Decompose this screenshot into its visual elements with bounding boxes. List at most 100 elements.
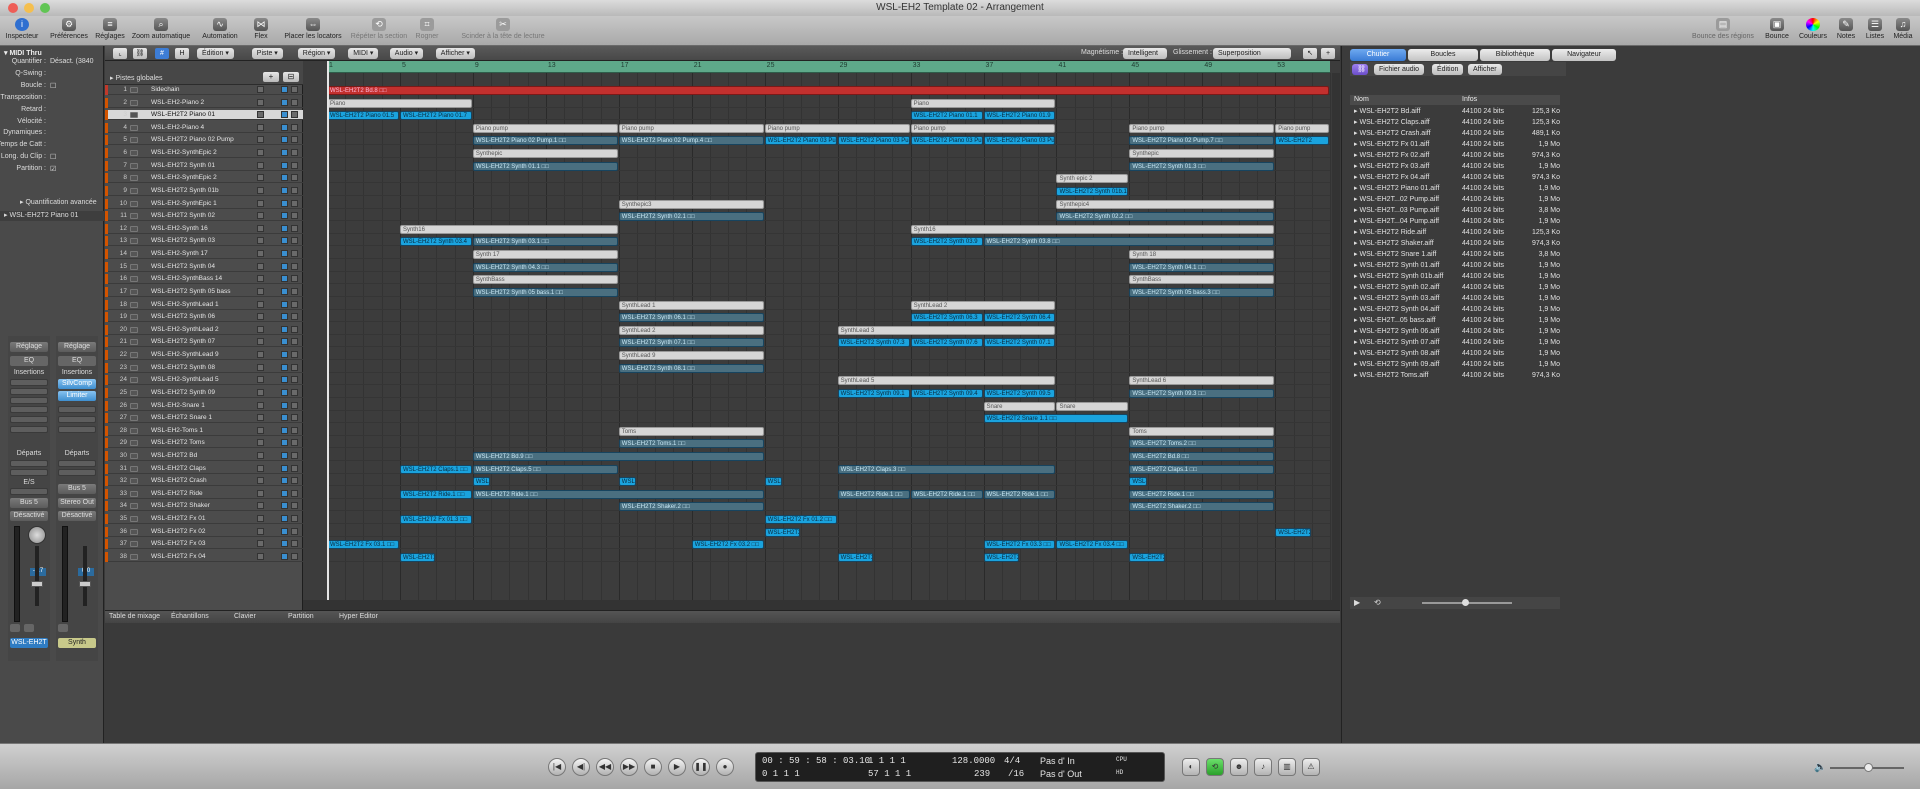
mute-button[interactable] [58, 624, 68, 632]
column-info[interactable]: Infos [1462, 95, 1477, 105]
lists-button[interactable]: ☰ Listes [1862, 18, 1888, 44]
setting-button[interactable]: Réglage [58, 342, 96, 352]
setting-button[interactable]: Réglage [10, 342, 48, 352]
track-mute-button[interactable] [257, 527, 264, 535]
send-slot[interactable] [58, 460, 96, 467]
hide-button[interactable]: H [175, 48, 189, 59]
record-button[interactable]: ● [716, 758, 734, 776]
midi-region[interactable]: SynthLead 9 [618, 351, 764, 361]
track-mute-button[interactable] [257, 414, 264, 422]
track-record-button[interactable] [281, 212, 288, 220]
minimize-window-button[interactable] [24, 3, 34, 13]
track-record-button[interactable] [281, 262, 288, 270]
audio-region[interactable]: WSL-EH2T2 Synth 02.2 □□ [1056, 212, 1275, 222]
insert-slot[interactable] [10, 416, 48, 423]
file-row[interactable]: ▸ WSL-EH2T2 Synth 08.aiff 44100 24 bits 1,… [1350, 348, 1560, 359]
track-record-button[interactable] [281, 149, 288, 157]
eq-button[interactable]: EQ [10, 356, 48, 366]
audio-region[interactable]: WSL-EH2T2 Bd.8 □□ [1129, 451, 1275, 461]
track-record-button[interactable] [281, 552, 288, 560]
track-solo-button[interactable] [291, 199, 298, 207]
audio-region[interactable]: WSL-EH2T2 Synth 08.1 □□ [618, 363, 764, 373]
track-solo-button[interactable] [291, 237, 298, 245]
track-record-button[interactable] [281, 540, 288, 548]
catch-button[interactable]: ⌞ [113, 48, 127, 59]
track-solo-button[interactable] [291, 338, 298, 346]
track-name[interactable]: WSL-EH2T2 Piano 01 [151, 110, 215, 120]
track-lane[interactable] [327, 325, 1330, 335]
audio-region[interactable]: WSL-EH2T2 Synth 07.1 □□ [618, 338, 764, 348]
colors-button[interactable]: Couleurs [1796, 18, 1830, 44]
track-name[interactable]: WSL-EH2T2 Synth 01 [151, 161, 215, 171]
track-lane[interactable] [327, 401, 1330, 411]
track-record-button[interactable] [281, 136, 288, 144]
inspector-param[interactable]: Retard : [0, 106, 104, 117]
inspector-param[interactable]: Boucle : ☐ [0, 82, 104, 93]
audio-region[interactable]: WSL-EH2T2 Synth 09.1 [837, 388, 910, 398]
track-solo-button[interactable] [291, 313, 298, 321]
track-mute-button[interactable] [257, 477, 264, 485]
track-header[interactable]: 15 WSL-EH2T2 Synth 04 [105, 261, 303, 272]
file-row[interactable]: ▸ WSL-EH2T2 Synth 01.aiff 44100 24 bits 1,… [1350, 260, 1560, 271]
audio-region[interactable]: WSL-EH2T2 [1275, 527, 1311, 537]
track-solo-button[interactable] [291, 502, 298, 510]
tab-mixer[interactable]: Table de mixage [109, 613, 160, 620]
track-solo-button[interactable] [291, 212, 298, 220]
audio-region[interactable]: WSL-EH2T2 Synth 03.9 [910, 237, 983, 247]
column-name[interactable]: Nom [1354, 95, 1369, 105]
crop-button[interactable]: ⌗ Rogner [414, 18, 440, 44]
track-header[interactable]: 37 WSL-EH2T2 Fx 03 [105, 539, 303, 550]
tracks-area[interactable]: 1 5 9 13 17 21 25 29 33 37 41 45 49 53 WSL-EH2T2 Bd.8… [303, 61, 1340, 610]
track-mute-button[interactable] [257, 351, 264, 359]
track-name[interactable]: WSL-EH2T2 Snare 1 [151, 413, 212, 423]
play-file-button[interactable]: ▶ [1354, 598, 1360, 607]
track-header[interactable]: 2 WSL-EH2-Piano 2 [105, 97, 303, 108]
track-name[interactable]: WSL-EH2T2 Fx 04 [151, 552, 206, 562]
file-row[interactable]: ▸ WSL-EH2T2 Synth 04.aiff 44100 24 bits 1,… [1350, 304, 1560, 315]
track-name[interactable]: WSL-EH2T2 Synth 07 [151, 337, 215, 347]
track-record-button[interactable] [281, 527, 288, 535]
midi-region[interactable]: Synth16 [910, 224, 1275, 234]
audio-region[interactable]: WSL-EH2T2 Bd.8 □□ [327, 86, 1329, 95]
track-mute-button[interactable] [257, 338, 264, 346]
audio-region[interactable]: WSL-EH2T2 Piano 03 Pu [910, 136, 983, 146]
file-row[interactable]: ▸ WSL-EH2T2 Ride.aiff 44100 24 bits 125,3 … [1350, 227, 1560, 238]
track-header[interactable]: 8 WSL-EH2-SynthEpic 2 [105, 173, 303, 184]
audio-region[interactable]: WSL-EH2T2 Claps.1 □□ [1129, 464, 1275, 474]
track-options-button[interactable]: ⊟ [283, 72, 299, 82]
audio-region[interactable]: WSL-EH2T2 Toms.1 □□ [618, 439, 764, 449]
midi-region[interactable]: Piano pump [1129, 123, 1275, 133]
audio-region[interactable]: WSL- [1129, 477, 1147, 487]
track-lane[interactable] [327, 527, 1330, 537]
midi-region[interactable]: Piano [910, 98, 1056, 108]
drag-mode-select[interactable]: Superposition [1213, 48, 1291, 59]
track-mute-button[interactable] [257, 237, 264, 245]
track-record-button[interactable] [281, 199, 288, 207]
param-value[interactable]: ☑ [50, 165, 56, 173]
volume-fader-handle[interactable] [79, 581, 91, 587]
track-record-button[interactable] [281, 250, 288, 258]
audio-region[interactable]: WSL-EH2T2 [399, 552, 436, 562]
track-name[interactable]: WSL-EH2-Toms 1 [151, 426, 203, 436]
file-row[interactable]: ▸ WSL-EH2T2 Fx 02.aiff 44100 24 bits 974,3… [1350, 150, 1560, 161]
midi-region[interactable]: Piano pump [618, 123, 764, 133]
file-row[interactable]: ▸ WSL-EH2T2 Fx 03.aiff 44100 24 bits 1,9 M… [1350, 161, 1560, 172]
insert-slot[interactable] [10, 397, 48, 404]
audio-region[interactable]: WSL-EH2T2 Toms.2 □□ [1129, 439, 1275, 449]
track-solo-button[interactable] [291, 275, 298, 283]
audio-region[interactable]: WSL-EH2T2 Fx 03.1 □□ [327, 540, 399, 550]
track-name[interactable]: WSL-EH2-Synth 16 [151, 224, 208, 234]
audio-region[interactable]: WSL-EH2T2 Ride.1 □□ [983, 489, 1056, 499]
track-mute-button[interactable] [257, 149, 264, 157]
bounce-regions-button[interactable]: ▤ Bounce des régions [1688, 18, 1758, 44]
rewind-button[interactable]: ◀| [572, 758, 590, 776]
track-solo-button[interactable] [291, 540, 298, 548]
track-record-button[interactable] [281, 313, 288, 321]
count-in-button[interactable]: ▥ [1278, 758, 1296, 776]
audio-region[interactable]: WSL-EH2T2 [983, 552, 1019, 562]
tuner-button[interactable]: ⚠ [1302, 758, 1320, 776]
split-at-playhead-button[interactable]: ✂ Scinder à la tête de lecture [448, 18, 558, 44]
track-solo-button[interactable] [291, 325, 298, 333]
pan-knob[interactable] [28, 526, 46, 544]
audio-region[interactable]: WSL-EH2T2 Ride.1 □□ [1129, 489, 1275, 499]
